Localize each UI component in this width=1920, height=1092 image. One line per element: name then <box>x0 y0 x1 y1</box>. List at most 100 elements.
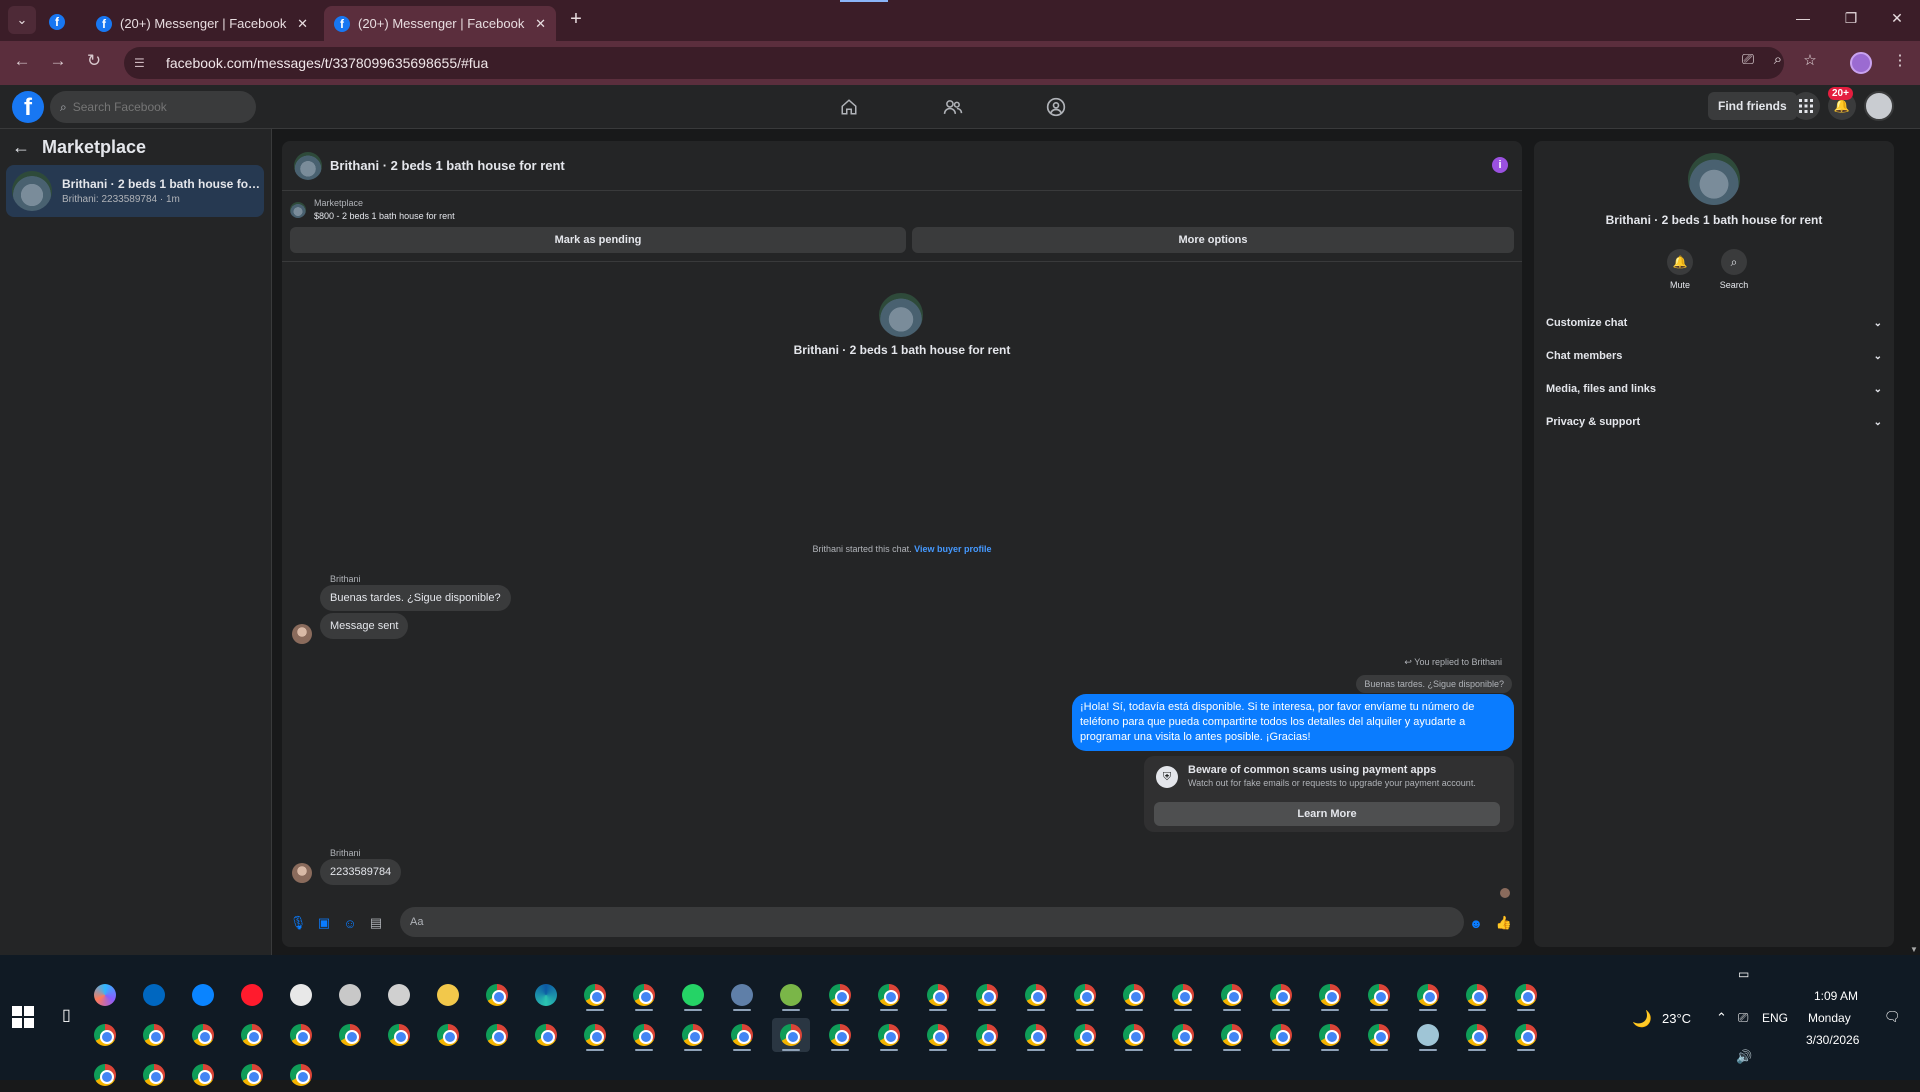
groups-icon[interactable] <box>1041 95 1071 119</box>
learn-more-button[interactable]: Learn More <box>1154 802 1500 826</box>
clock-time[interactable]: 1:09 AM <box>1814 989 1858 1003</box>
gif-icon[interactable]: ▤ <box>368 915 384 931</box>
minimize-icon[interactable]: — <box>1780 10 1826 26</box>
taskbar-chrome-button[interactable] <box>86 1018 124 1052</box>
site-info-icon[interactable]: ☰ <box>134 56 154 70</box>
back-arrow-icon[interactable]: ← <box>10 51 34 71</box>
taskbar-chrome-button[interactable] <box>674 1018 712 1052</box>
taskbar-chrome-button[interactable] <box>1507 978 1545 1012</box>
task-view-icon[interactable]: ▯ <box>62 1005 71 1025</box>
bookmark-star-icon[interactable]: ☆ <box>1798 51 1822 69</box>
taskbar-chrome-button[interactable] <box>1458 1018 1496 1052</box>
taskbar-notepad-button[interactable] <box>772 978 810 1012</box>
message-input[interactable] <box>400 907 1464 937</box>
thumbs-up-icon[interactable]: 👍 <box>1496 915 1512 931</box>
taskbar-chrome-button[interactable] <box>1066 978 1104 1012</box>
emoji-icon[interactable]: ☻ <box>1468 915 1484 931</box>
taskbar-chrome-button[interactable] <box>1115 1018 1153 1052</box>
taskbar-chrome-button[interactable] <box>919 978 957 1012</box>
tray-chevron-up-icon[interactable]: ⌃ <box>1716 1010 1727 1026</box>
windows-start-icon[interactable] <box>12 1006 34 1028</box>
facebook-search[interactable]: ⌕ <box>50 91 256 123</box>
taskbar-chrome-button[interactable] <box>1115 978 1153 1012</box>
customize-chat-row[interactable]: Customize chat ⌄ <box>1546 308 1882 338</box>
taskbar-copilot-button[interactable] <box>86 978 124 1012</box>
taskbar-chrome-button[interactable] <box>1409 978 1447 1012</box>
network-icon[interactable]: ⎚ <box>1738 1010 1748 1026</box>
taskbar-whatsapp-button[interactable] <box>674 978 712 1012</box>
weather-temp[interactable]: 23°C <box>1662 1011 1691 1026</box>
taskbar-chrome-button[interactable] <box>821 1018 859 1052</box>
more-options-button[interactable]: More options <box>912 227 1514 253</box>
taskbar-app-button[interactable] <box>1409 1018 1447 1052</box>
taskbar-chrome-button[interactable] <box>184 1018 222 1052</box>
quoted-message[interactable]: Buenas tardes. ¿Sigue disponible? <box>1356 675 1512 693</box>
incoming-message[interactable]: 2233589784 <box>320 859 402 885</box>
taskbar-chrome-button[interactable] <box>1066 1018 1104 1052</box>
taskbar-security-button[interactable] <box>380 978 418 1012</box>
taskbar-chrome-button[interactable] <box>478 1018 516 1052</box>
taskbar-chrome-button[interactable] <box>919 1018 957 1052</box>
sticker-icon[interactable]: ☺ <box>342 915 358 931</box>
browser-tab-2-active[interactable]: f (20+) Messenger | Facebook ✕ <box>324 6 556 41</box>
chat-profile-thumbnail[interactable] <box>879 293 923 337</box>
home-icon[interactable] <box>834 95 864 119</box>
info-icon[interactable]: i <box>1492 157 1508 173</box>
taskbar-settings-gear-button[interactable] <box>331 978 369 1012</box>
forward-arrow-icon[interactable]: → <box>46 51 70 71</box>
install-app-icon[interactable]: ⎚ <box>1736 51 1760 68</box>
taskbar-chrome-button[interactable] <box>576 1018 614 1052</box>
taskbar-app-button[interactable] <box>184 978 222 1012</box>
outgoing-message[interactable]: ¡Hola! Sí, todavía está disponible. Si t… <box>1072 694 1514 751</box>
search-input[interactable] <box>72 100 233 114</box>
taskbar-chrome-button[interactable] <box>331 1018 369 1052</box>
taskbar-chrome-button[interactable] <box>1360 1018 1398 1052</box>
microphone-icon[interactable]: 🎙 <box>290 915 307 931</box>
taskbar-chrome-button[interactable] <box>870 978 908 1012</box>
back-arrow-icon[interactable]: ← <box>12 137 30 158</box>
taskbar-chrome-button[interactable] <box>429 1018 467 1052</box>
clock-day[interactable]: Monday <box>1808 1011 1851 1025</box>
zoom-icon[interactable]: ⌕ <box>1766 51 1790 68</box>
taskbar-chrome-button[interactable] <box>625 978 663 1012</box>
volume-icon[interactable]: 🔊 <box>1736 1049 1752 1065</box>
taskbar-chrome-button[interactable] <box>86 1058 124 1092</box>
weather-icon[interactable]: 🌙 <box>1632 1009 1652 1029</box>
taskbar-chrome-button[interactable] <box>1458 978 1496 1012</box>
taskbar-chrome-button[interactable] <box>1213 1018 1251 1052</box>
taskbar-chrome-button[interactable] <box>282 1058 320 1092</box>
taskbar-store-button[interactable] <box>135 978 173 1012</box>
tray-device-icon[interactable]: ▭ <box>1738 967 1749 981</box>
taskbar-chrome-button[interactable] <box>1360 978 1398 1012</box>
sender-avatar[interactable] <box>292 863 312 883</box>
close-window-icon[interactable]: ✕ <box>1874 10 1920 27</box>
taskbar-chrome-button[interactable] <box>233 1058 271 1092</box>
account-avatar[interactable] <box>1864 91 1894 121</box>
taskbar-chrome-button[interactable] <box>870 1018 908 1052</box>
taskbar-chrome-button[interactable] <box>233 1018 271 1052</box>
taskbar-chrome-button[interactable] <box>1164 978 1202 1012</box>
taskbar-chrome-button[interactable] <box>1262 978 1300 1012</box>
pinned-tab-facebook[interactable]: f <box>44 8 78 36</box>
taskbar-chrome-button[interactable] <box>968 1018 1006 1052</box>
taskbar-chrome-button[interactable] <box>772 1018 810 1052</box>
taskbar-app-button[interactable] <box>723 978 761 1012</box>
taskbar-chrome-button[interactable] <box>1213 978 1251 1012</box>
close-tab-icon[interactable]: ✕ <box>535 16 546 32</box>
close-tab-icon[interactable]: ✕ <box>297 16 308 32</box>
taskbar-chrome-button[interactable] <box>625 1018 663 1052</box>
browser-tab-1[interactable]: f (20+) Messenger | Facebook ✕ <box>86 6 318 41</box>
scroll-down-arrow-icon[interactable]: ▼ <box>1910 945 1918 954</box>
taskbar-chrome-button[interactable] <box>1311 1018 1349 1052</box>
taskbar-chrome-button[interactable] <box>380 1018 418 1052</box>
incoming-message[interactable]: Buenas tardes. ¿Sigue disponible? <box>320 585 511 611</box>
browser-menu-icon[interactable]: ⋮ <box>1888 51 1912 69</box>
taskbar-chrome-button[interactable] <box>723 1018 761 1052</box>
mute-action[interactable]: 🔔 Mute <box>1658 249 1702 290</box>
taskbar-chrome-button[interactable] <box>1262 1018 1300 1052</box>
language-indicator[interactable]: ENG <box>1762 1011 1788 1025</box>
taskbar-chrome-button[interactable] <box>1507 1018 1545 1052</box>
taskbar-chrome-button[interactable] <box>478 978 516 1012</box>
taskbar-chrome-button[interactable] <box>1311 978 1349 1012</box>
taskbar-chrome-button[interactable] <box>1017 978 1055 1012</box>
